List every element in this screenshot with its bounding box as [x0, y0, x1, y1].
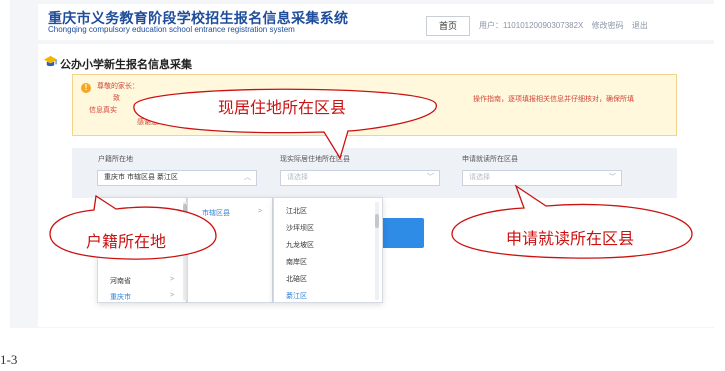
cascader-option[interactable]: 北碚区 — [286, 274, 307, 284]
notice-line-right: 操作指南，逐项填报相关信息并仔细核对，确保所填 — [473, 96, 634, 103]
residence-placeholder: 请选择 — [287, 174, 308, 181]
logout-link[interactable]: 退出 — [632, 21, 648, 30]
household-value: 重庆市 市辖区县 綦江区 — [104, 174, 178, 181]
callout-residence-text: 现居住地所在区县 — [218, 98, 347, 117]
chevron-right-icon: > — [170, 276, 175, 283]
residence-select[interactable]: 请选择 ﹀ — [280, 170, 440, 186]
graduation-cap-icon — [44, 55, 57, 67]
change-password-link[interactable]: 修改密码 — [592, 21, 624, 30]
cascader-option[interactable]: 江北区 — [286, 206, 307, 216]
chevron-right-icon: > — [258, 208, 263, 215]
user-bar: 用户：11010120090307382X 修改密码 退出 — [479, 20, 654, 31]
home-button[interactable]: 首页 — [426, 16, 470, 36]
apply-label: 申请就读所在区县 — [462, 156, 518, 163]
household-select[interactable]: 重庆市 市辖区县 綦江区 ︿ — [97, 170, 257, 186]
cascader-option-selected[interactable]: 綦江区 — [286, 291, 307, 301]
notice-line-3: 信息真实 — [89, 107, 117, 114]
user-id: 用户：11010120090307382X — [479, 21, 584, 30]
scrollbar-thumb[interactable] — [375, 214, 379, 228]
cascader-option[interactable]: 九龙坡区 — [286, 240, 314, 250]
apply-placeholder: 请选择 — [469, 174, 490, 181]
chevron-up-icon: ︿ — [244, 174, 251, 181]
callout-apply-text: 申请就读所在区县 — [506, 229, 635, 248]
callout-apply-bubble — [451, 184, 693, 259]
notice-line-2: 致 — [113, 95, 120, 102]
cascader-option[interactable]: 沙坪坝区 — [286, 223, 314, 233]
figure-caption: 1-3 — [0, 352, 18, 367]
screenshot: 重庆市义务教育阶段学校招生报名信息采集系统 Chongqing compulso… — [0, 0, 725, 371]
cascader-option-selected[interactable]: 重庆市 — [110, 292, 131, 302]
chevron-right-icon: > — [170, 292, 175, 299]
top-header: 重庆市义务教育阶段学校招生报名信息采集系统 Chongqing compulso… — [38, 4, 714, 40]
warning-icon: ! — [81, 83, 91, 93]
cascader-district-column: 江北区 沙坪坝区 九龙坡区 南岸区 北碚区 綦江区 — [273, 197, 383, 303]
system-subtitle: Chongqing compulsory education school en… — [48, 25, 295, 34]
section-title: 公办小学新生报名信息采集 — [60, 59, 192, 71]
callout-household-text: 户籍所在地 — [86, 232, 167, 251]
chevron-down-icon: ﹀ — [427, 174, 434, 181]
cascader-option[interactable]: 河南省 — [110, 276, 131, 286]
cascader-option[interactable]: 南岸区 — [286, 257, 307, 267]
